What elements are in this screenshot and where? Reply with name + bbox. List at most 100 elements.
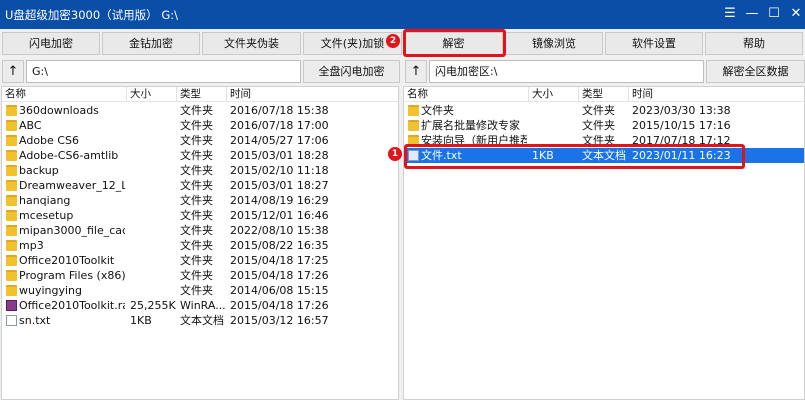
column-size[interactable]: 大小: [127, 87, 177, 102]
file-type: 文件夹: [180, 179, 213, 192]
file-size: [130, 223, 176, 238]
flash-encrypt-button[interactable]: 闪电加密: [2, 32, 100, 55]
file-name: Office2010Toolkit: [19, 254, 115, 267]
maximize-icon[interactable]: ☐: [764, 4, 784, 24]
folder-icon: [6, 195, 17, 206]
column-name[interactable]: 名称: [404, 87, 529, 102]
column-time[interactable]: 时间: [629, 87, 804, 102]
column-time[interactable]: 时间: [227, 87, 398, 102]
file-size: [130, 148, 176, 163]
file-type: 文件夹: [180, 149, 213, 162]
file-type: 文件夹: [180, 209, 213, 222]
file-type: 文件夹: [180, 104, 213, 117]
file-row[interactable]: ABC 文件夹 2016/07/18 17:00: [2, 118, 398, 133]
file-time: 2015/04/18 17:25: [230, 254, 329, 267]
file-row[interactable]: Program Files (x86) 文件夹 2015/04/18 17:26: [2, 268, 398, 283]
file-type: 文件夹: [582, 119, 615, 132]
menu-icon[interactable]: ☰: [720, 4, 740, 24]
file-size: [130, 103, 176, 118]
file-time: 2015/04/18 17:26: [230, 269, 329, 282]
file-size: [130, 238, 176, 253]
file-row[interactable]: Office2010Toolkit 文件夹 2015/04/18 17:25: [2, 253, 398, 268]
help-button[interactable]: 帮助: [705, 32, 803, 55]
file-type: 文件夹: [180, 269, 213, 282]
file-time: 2015/03/01 18:28: [230, 149, 329, 162]
file-size: [130, 268, 176, 283]
file-size: [130, 208, 176, 223]
folder-icon: [6, 225, 17, 236]
decrypt-all-data-button[interactable]: 解密全区数据: [706, 60, 805, 83]
file-name: ABC: [19, 119, 42, 132]
column-size[interactable]: 大小: [529, 87, 579, 102]
file-name: 360downloads: [19, 104, 99, 117]
step-badge-1: 1: [388, 147, 402, 161]
file-time: 2023/03/30 13:38: [632, 104, 731, 117]
file-name: Program Files (x86): [19, 269, 125, 282]
file-time: 2014/05/27 17:06: [230, 134, 329, 147]
file-time: 2016/07/18 17:00: [230, 119, 329, 132]
file-type: 文件夹: [180, 164, 213, 177]
right-path-input[interactable]: 闪电加密区:\: [429, 60, 704, 83]
file-row[interactable]: sn.txt 1KB 文本文档 2015/03/12 16:57: [2, 313, 398, 328]
left-list-header: 名称 大小 类型 时间: [2, 87, 398, 102]
file-name: Adobe-CS6-amtlib: [19, 149, 119, 162]
file-time: 2014/08/19 16:29: [230, 194, 329, 207]
folder-icon: [6, 210, 17, 221]
step-badge-2: 2: [386, 34, 400, 48]
left-up-arrow-icon[interactable]: ↑: [2, 60, 24, 83]
file-time: 2016/07/18 15:38: [230, 104, 329, 117]
file-time: 2015/10/15 17:16: [632, 119, 731, 132]
file-name: mcesetup: [19, 209, 74, 222]
selected-file-highlight: [404, 144, 745, 169]
folder-icon: [6, 255, 17, 266]
full-disk-flash-encrypt-button[interactable]: 全盘闪电加密: [303, 60, 400, 83]
file-name: backup: [19, 164, 59, 177]
mirror-browse-button[interactable]: 镜像浏览: [505, 32, 603, 55]
file-size: [130, 118, 176, 133]
column-type[interactable]: 类型: [177, 87, 227, 102]
file-name: wuyingying: [19, 284, 83, 297]
file-size: 25,255KB: [130, 299, 176, 312]
file-row[interactable]: hanqiang 文件夹 2014/08/19 16:29: [2, 193, 398, 208]
file-name: hanqiang: [19, 194, 71, 207]
column-name[interactable]: 名称: [2, 87, 127, 102]
file-size: [130, 163, 176, 178]
file-size: [532, 118, 578, 133]
file-time: 2015/08/22 16:35: [230, 239, 329, 252]
file-row[interactable]: Adobe-CS6-amtlib 文件夹 2015/03/01 18:28: [2, 148, 398, 163]
file-row[interactable]: Adobe CS6 文件夹 2014/05/27 17:06: [2, 133, 398, 148]
file-row[interactable]: Dreamweaver_12_LS3 文件夹 2015/03/01 18:27: [2, 178, 398, 193]
window-title: U盘超级加密3000（试用版） G:\: [5, 8, 178, 22]
close-icon[interactable]: ✕: [786, 4, 805, 24]
file-name: Dreamweaver_12_LS3: [19, 179, 125, 192]
right-up-arrow-icon[interactable]: ↑: [405, 60, 427, 83]
left-path-input[interactable]: G:\: [26, 60, 301, 83]
diamond-encrypt-button[interactable]: 金钻加密: [102, 32, 200, 55]
file-size: [130, 253, 176, 268]
file-type: 文件夹: [180, 134, 213, 147]
folder-icon: [6, 150, 17, 161]
file-row[interactable]: 360downloads 文件夹 2016/07/18 15:38: [2, 103, 398, 118]
file-row[interactable]: 扩展名批量修改专家 文件夹 2015/10/15 17:16: [404, 118, 804, 133]
file-row[interactable]: mp3 文件夹 2015/08/22 16:35: [2, 238, 398, 253]
folder-disguise-button[interactable]: 文件夹伪装: [202, 32, 301, 55]
minimize-icon[interactable]: —: [742, 4, 762, 24]
folder-icon: [6, 135, 17, 146]
file-row[interactable]: wuyingying 文件夹 2014/06/08 15:15: [2, 283, 398, 298]
file-row[interactable]: Office2010Toolkit.rar 25,255KB WinRA... 201…: [2, 298, 398, 313]
file-row[interactable]: mipan3000_file_cache 文件夹 2022/08/10 15:38: [2, 223, 398, 238]
folder-icon: [6, 180, 17, 191]
file-time: 2015/03/01 18:27: [230, 179, 329, 192]
left-file-list: 名称 大小 类型 时间 360downloads 文件夹 2016/07/18 15…: [1, 86, 399, 400]
file-row[interactable]: 文件夹 文件夹 2023/03/30 13:38: [404, 103, 804, 118]
column-type[interactable]: 类型: [579, 87, 629, 102]
file-name: Office2010Toolkit.rar: [19, 299, 125, 312]
settings-button[interactable]: 软件设置: [605, 32, 703, 55]
file-row[interactable]: mcesetup 文件夹 2015/12/01 16:46: [2, 208, 398, 223]
file-time: 2015/04/18 17:26: [230, 299, 329, 312]
file-row[interactable]: backup 文件夹 2015/02/10 11:18: [2, 163, 398, 178]
left-path-bar: ↑ G:\ 全盘闪电加密: [0, 60, 400, 84]
file-type: 文件夹: [180, 284, 213, 297]
file-time: 2022/08/10 15:38: [230, 224, 329, 237]
file-time: 2015/03/12 16:57: [230, 314, 329, 327]
